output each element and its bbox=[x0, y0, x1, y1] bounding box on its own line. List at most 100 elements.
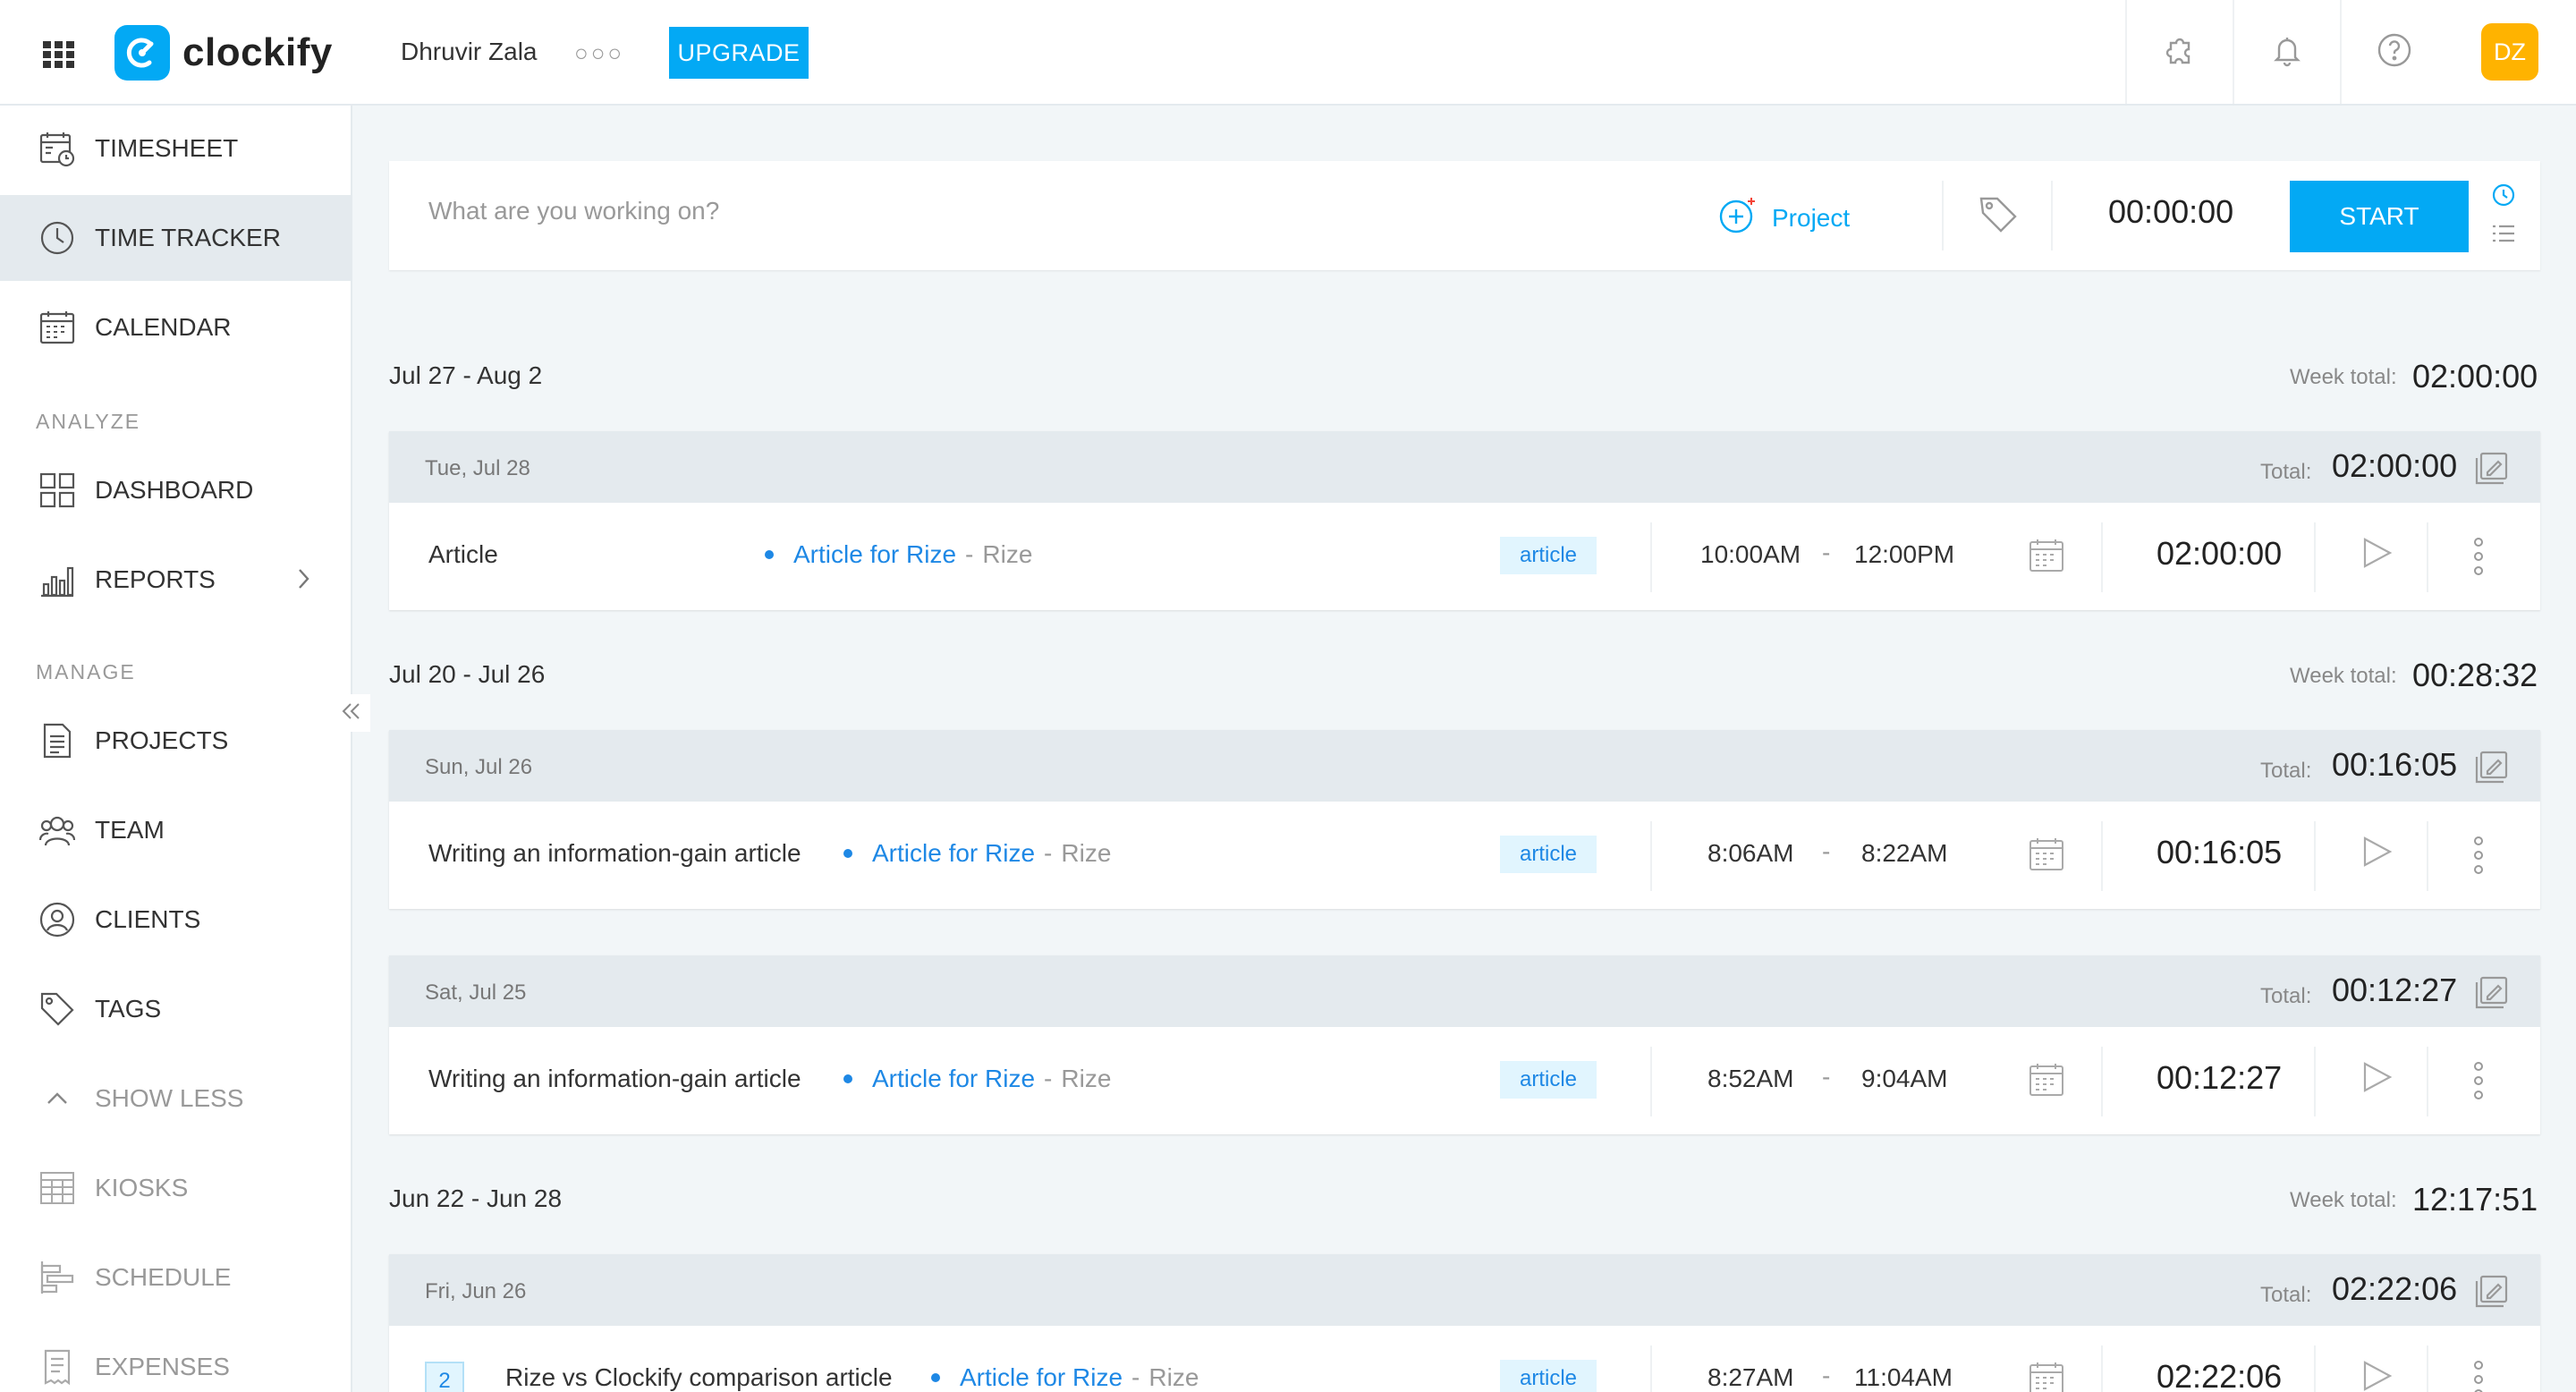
grouped-entries-count[interactable]: 2 bbox=[425, 1362, 464, 1392]
divider bbox=[2427, 522, 2428, 592]
more-options-icon[interactable] bbox=[2473, 1061, 2484, 1105]
collapse-sidebar-button[interactable] bbox=[333, 694, 370, 732]
workspace-menu-icon[interactable]: ○○○ bbox=[574, 39, 624, 67]
day-date: Fri, Jun 26 bbox=[425, 1279, 527, 1303]
play-icon[interactable] bbox=[2360, 1360, 2393, 1392]
entry-description[interactable]: Writing an information-gain article bbox=[428, 839, 801, 868]
end-time[interactable]: 9:04AM bbox=[1861, 1065, 1948, 1093]
start-time[interactable]: 8:27AM bbox=[1707, 1363, 1794, 1392]
notifications-button[interactable] bbox=[2233, 0, 2340, 104]
entry-description[interactable]: Article bbox=[428, 540, 498, 569]
manual-mode-list-icon[interactable] bbox=[2491, 223, 2516, 249]
tag-selector-icon[interactable] bbox=[1978, 193, 2019, 239]
project-name: Article for Rize bbox=[793, 540, 957, 568]
entry-description[interactable]: Writing an information-gain article bbox=[428, 1065, 801, 1093]
day-total-value: 00:16:05 bbox=[2332, 746, 2458, 783]
sidebar-item-expenses[interactable]: EXPENSES bbox=[0, 1324, 351, 1392]
entry-project[interactable]: Article for Rize - Rize bbox=[843, 839, 1111, 868]
sidebar-item-team[interactable]: TEAM bbox=[0, 787, 351, 873]
bulk-edit-icon[interactable] bbox=[2473, 975, 2511, 1015]
show-less-toggle[interactable]: SHOW LESS bbox=[0, 1056, 351, 1142]
day-total-label: Total: bbox=[2260, 759, 2312, 783]
entry-duration[interactable]: 00:12:27 bbox=[2157, 1059, 2282, 1097]
calendar-icon[interactable] bbox=[2028, 836, 2065, 878]
start-time[interactable]: 8:06AM bbox=[1707, 839, 1794, 868]
project-selector[interactable]: Project bbox=[1718, 195, 1850, 241]
help-button[interactable] bbox=[2340, 0, 2447, 104]
sidebar-item-dashboard[interactable]: DASHBOARD bbox=[0, 447, 351, 533]
bulk-edit-icon[interactable] bbox=[2473, 750, 2511, 790]
tag-chip[interactable]: article bbox=[1500, 1360, 1597, 1392]
tag-chip[interactable]: article bbox=[1500, 537, 1597, 574]
start-time[interactable]: 8:52AM bbox=[1707, 1065, 1794, 1093]
sidebar-item-label: SCHEDULE bbox=[95, 1263, 232, 1291]
week-range: Jun 22 - Jun 28 bbox=[389, 1184, 563, 1212]
bulk-edit-icon[interactable] bbox=[2473, 1274, 2511, 1314]
end-time[interactable]: 8:22AM bbox=[1861, 839, 1948, 868]
end-time[interactable]: 11:04AM bbox=[1854, 1363, 1953, 1392]
sidebar-item-timesheet[interactable]: TIMESHEET bbox=[0, 106, 351, 191]
time-entry-row[interactable]: Writing an information-gain article Arti… bbox=[389, 802, 2540, 909]
start-button[interactable]: START bbox=[2290, 181, 2469, 252]
day-header: Sat, Jul 25 Total: 00:12:27 bbox=[389, 955, 2540, 1027]
divider bbox=[2427, 1047, 2428, 1116]
more-options-icon[interactable] bbox=[2473, 836, 2484, 879]
sidebar-item-label: EXPENSES bbox=[95, 1353, 230, 1380]
timer-mode-clock-icon[interactable] bbox=[2491, 182, 2516, 212]
time-range-dash: - bbox=[1822, 1362, 1831, 1389]
day-header: Tue, Jul 28 Total: 02:00:00 bbox=[389, 431, 2540, 503]
day-total-value: 00:12:27 bbox=[2332, 972, 2458, 1008]
workspace-name[interactable]: Dhruvir Zala bbox=[401, 38, 537, 66]
project-name: Article for Rize bbox=[872, 1065, 1036, 1092]
app-grid-icon[interactable] bbox=[43, 41, 75, 68]
bell-icon bbox=[2269, 32, 2305, 72]
sidebar-item-kiosks[interactable]: KIOSKS bbox=[0, 1145, 351, 1231]
sidebar-item-clients[interactable]: CLIENTS bbox=[0, 877, 351, 963]
calendar-icon[interactable] bbox=[2028, 1360, 2065, 1392]
divider bbox=[1650, 522, 1652, 592]
avatar[interactable]: DZ bbox=[2481, 23, 2538, 81]
sidebar-item-schedule[interactable]: SCHEDULE bbox=[0, 1235, 351, 1320]
more-options-icon[interactable] bbox=[2473, 1360, 2484, 1392]
help-icon bbox=[2377, 32, 2412, 72]
play-icon[interactable] bbox=[2360, 836, 2393, 872]
sidebar-item-label: TIME TRACKER bbox=[95, 224, 281, 251]
time-entry-row[interactable]: 2 Rize vs Clockify comparison article Ar… bbox=[389, 1326, 2540, 1392]
clockify-logo[interactable]: clockify bbox=[114, 25, 333, 81]
entry-project[interactable]: Article for Rize - Rize bbox=[843, 1065, 1111, 1093]
sidebar-item-reports[interactable]: REPORTS bbox=[0, 537, 351, 623]
play-icon[interactable] bbox=[2360, 537, 2393, 573]
time-entry-row[interactable]: Writing an information-gain article Arti… bbox=[389, 1027, 2540, 1134]
day-card: Sat, Jul 25 Total: 00:12:27 Writing an i… bbox=[389, 955, 2540, 1134]
sidebar-item-calendar[interactable]: CALENDAR bbox=[0, 284, 351, 370]
entry-project[interactable]: Article for Rize - Rize bbox=[931, 1363, 1199, 1392]
play-icon[interactable] bbox=[2360, 1061, 2393, 1098]
bulk-edit-icon[interactable] bbox=[2473, 451, 2511, 491]
sidebar-item-projects[interactable]: PROJECTS bbox=[0, 698, 351, 784]
end-time[interactable]: 12:00PM bbox=[1854, 540, 1954, 569]
time-entry-row[interactable]: Article Article for Rize - Rize article … bbox=[389, 503, 2540, 610]
more-options-icon[interactable] bbox=[2473, 537, 2484, 581]
sidebar-item-time-tracker[interactable]: TIME TRACKER bbox=[0, 195, 351, 281]
team-icon bbox=[38, 811, 77, 850]
calendar-icon[interactable] bbox=[2028, 537, 2065, 579]
description-input[interactable] bbox=[428, 197, 1591, 225]
entry-description[interactable]: Rize vs Clockify comparison article bbox=[505, 1363, 893, 1392]
client-name: Rize bbox=[982, 540, 1033, 568]
clients-icon bbox=[38, 900, 77, 939]
integrations-button[interactable] bbox=[2125, 0, 2233, 104]
entry-duration[interactable]: 02:22:06 bbox=[2157, 1358, 2282, 1392]
sidebar-item-tags[interactable]: TAGS bbox=[0, 966, 351, 1052]
entry-duration[interactable]: 00:16:05 bbox=[2157, 834, 2282, 871]
entry-project[interactable]: Article for Rize - Rize bbox=[765, 540, 1032, 569]
analyze-section-label: ANALYZE bbox=[36, 410, 141, 433]
start-time[interactable]: 10:00AM bbox=[1700, 540, 1801, 569]
calendar-icon[interactable] bbox=[2028, 1061, 2065, 1103]
tag-chip[interactable]: article bbox=[1500, 1061, 1597, 1099]
divider bbox=[2101, 522, 2103, 592]
entry-duration[interactable]: 02:00:00 bbox=[2157, 535, 2282, 573]
tag-chip[interactable]: article bbox=[1500, 836, 1597, 873]
timer-display[interactable]: 00:00:00 bbox=[2108, 193, 2233, 231]
time-range-dash: - bbox=[1822, 837, 1831, 865]
upgrade-button[interactable]: UPGRADE bbox=[669, 27, 809, 79]
